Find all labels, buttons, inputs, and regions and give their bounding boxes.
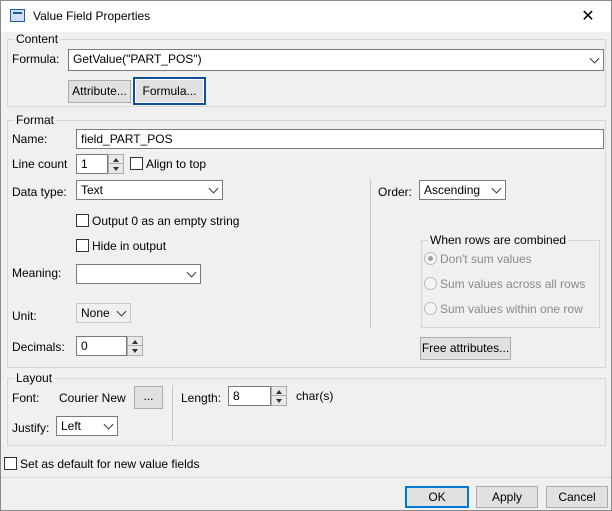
line-count-spinner[interactable]: [108, 154, 124, 174]
decimals-spinner[interactable]: [127, 336, 143, 356]
spin-down-icon[interactable]: [109, 164, 123, 173]
dont-sum-label: Don't sum values: [440, 252, 532, 266]
close-icon: ✕: [581, 8, 595, 25]
align-to-top-label: Align to top: [146, 157, 207, 171]
font-label: Font:: [12, 391, 40, 405]
spin-up-icon[interactable]: [128, 337, 142, 346]
hide-in-output-checkbox[interactable]: [76, 239, 89, 252]
chevron-down-icon: [116, 306, 127, 317]
formula-value: GetValue("PART_POS"): [73, 52, 202, 66]
combined-legend: When rows are combined: [428, 233, 569, 247]
layout-divider: [172, 385, 173, 441]
dont-sum-radio[interactable]: [424, 252, 437, 265]
formula-combobox[interactable]: GetValue("PART_POS"): [68, 49, 604, 71]
apply-button[interactable]: Apply: [476, 486, 538, 508]
justify-value: Left: [61, 419, 82, 433]
sum-within-row-label: Sum values within one row: [440, 302, 583, 316]
chevron-down-icon: [186, 267, 197, 278]
formula-label: Formula:: [12, 52, 60, 66]
hide-in-output-label: Hide in output: [92, 239, 167, 253]
data-type-combobox[interactable]: Text: [76, 180, 223, 200]
chevron-down-icon: [208, 183, 219, 194]
output-zero-label: Output 0 as an empty string: [92, 214, 240, 228]
font-picker-button[interactable]: ...: [134, 386, 163, 409]
layout-legend: Layout: [14, 371, 55, 385]
decimals-input[interactable]: 0: [76, 336, 127, 356]
cancel-button[interactable]: Cancel: [546, 486, 608, 508]
order-label: Order:: [378, 185, 413, 199]
chevron-down-icon: [103, 419, 114, 430]
spin-down-icon[interactable]: [128, 346, 142, 355]
data-type-value: Text: [81, 183, 104, 197]
spin-down-icon[interactable]: [272, 396, 286, 405]
decimals-label: Decimals:: [12, 340, 65, 354]
ok-button[interactable]: OK: [405, 486, 469, 508]
justify-label: Justify:: [12, 421, 50, 435]
window-title: Value Field Properties: [33, 9, 151, 23]
data-type-label: Data type:: [12, 185, 67, 199]
close-button[interactable]: ✕: [565, 1, 611, 32]
meaning-combobox[interactable]: [76, 264, 201, 284]
set-default-checkbox[interactable]: [4, 457, 17, 470]
sum-across-rows-radio[interactable]: [424, 277, 437, 290]
unit-label: Unit:: [12, 309, 37, 323]
meaning-label: Meaning:: [12, 266, 62, 280]
set-default-label: Set as default for new value fields: [20, 457, 200, 471]
sum-within-row-radio[interactable]: [424, 302, 437, 315]
attribute-button[interactable]: Attribute...: [68, 80, 131, 103]
output-zero-checkbox[interactable]: [76, 214, 89, 227]
app-icon: [10, 9, 25, 22]
line-count-input[interactable]: 1: [76, 154, 108, 174]
title-bar: Value Field Properties ✕: [1, 1, 611, 32]
chevron-down-icon: [491, 183, 502, 194]
format-legend: Format: [14, 113, 57, 127]
justify-combobox[interactable]: Left: [56, 416, 118, 436]
font-value: Courier New: [59, 391, 126, 405]
spin-up-icon[interactable]: [109, 155, 123, 164]
sum-across-rows-label: Sum values across all rows: [440, 277, 586, 291]
free-attributes-button[interactable]: Free attributes...: [420, 337, 511, 360]
length-unit: char(s): [296, 389, 334, 403]
name-label: Name:: [12, 132, 48, 146]
unit-combobox[interactable]: None: [76, 303, 131, 323]
align-to-top-checkbox[interactable]: [130, 157, 143, 170]
length-input[interactable]: 8: [228, 386, 271, 406]
length-spinner[interactable]: [271, 386, 287, 406]
order-combobox[interactable]: Ascending: [419, 180, 506, 200]
formula-button[interactable]: Formula...: [133, 77, 206, 105]
unit-value: None: [81, 306, 110, 320]
dialog-window: Value Field Properties ✕ Content Formula…: [0, 0, 612, 511]
content-legend: Content: [14, 32, 61, 46]
line-count-label: Line count: [12, 157, 68, 171]
format-divider: [370, 179, 371, 329]
name-input[interactable]: field_PART_POS: [76, 129, 604, 149]
order-value: Ascending: [424, 183, 481, 197]
spin-up-icon[interactable]: [272, 387, 286, 396]
length-label: Length:: [181, 391, 222, 405]
chevron-down-icon: [589, 53, 600, 64]
